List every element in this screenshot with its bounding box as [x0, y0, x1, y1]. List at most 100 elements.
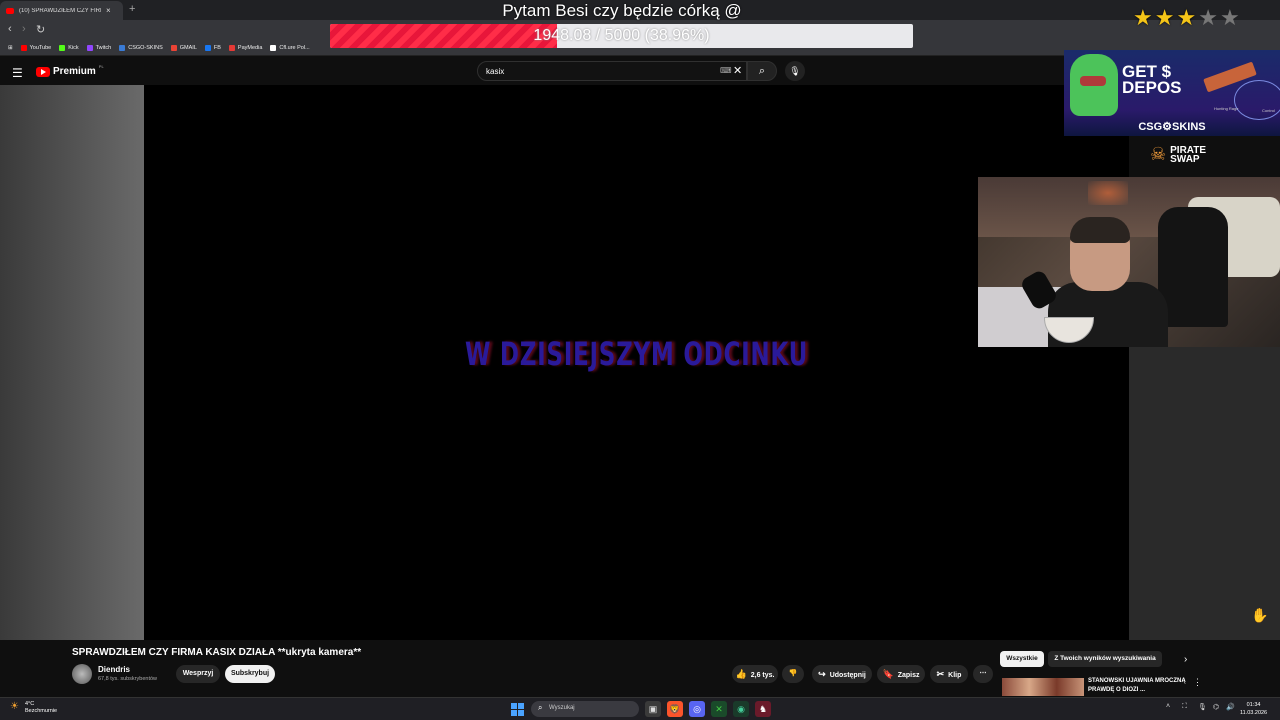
taskbar-search[interactable]: ⌕ Wyszukaj — [531, 701, 639, 717]
bookmark-item[interactable]: GMAIL — [170, 44, 197, 51]
bookmark-label: Twitch — [95, 44, 112, 51]
share-label: Udostępnij — [829, 672, 866, 679]
network-icon[interactable]: ⛶ — [1182, 703, 1187, 711]
star-rating: ★ ★ ★ ★ ★ — [1133, 7, 1240, 29]
support-button[interactable]: Wesprzyj — [176, 665, 220, 683]
bookmark-item[interactable]: Twitch — [86, 44, 112, 51]
chevron-up-icon[interactable]: ˄ — [1166, 703, 1170, 710]
channel-name[interactable]: Diendris — [98, 665, 130, 674]
clip-label: Klip — [948, 672, 962, 679]
subscribe-button[interactable]: Subskrybuj — [225, 665, 275, 683]
obs-icon[interactable]: ◉ — [733, 701, 749, 717]
search-input[interactable]: kasix ⌨ ✕ — [477, 61, 747, 81]
menu-icon[interactable]: ☰ — [12, 66, 23, 80]
wifi-icon[interactable]: ⌬ — [1213, 703, 1219, 711]
goal-progress-bar: 1948.08 / 5000 (38.96%) — [330, 24, 913, 48]
volume-icon[interactable]: 🔊 — [1226, 703, 1235, 711]
skin-image-2 — [1234, 80, 1280, 120]
reload-icon[interactable]: ↻ — [36, 23, 45, 36]
mascot-image — [1070, 54, 1118, 116]
right-ambient-panel: ✋ — [1129, 347, 1280, 640]
brave-icon[interactable]: 🦁 — [667, 701, 683, 717]
search-button[interactable]: ⌕ — [747, 61, 777, 81]
bookmark-label: GMAIL — [179, 44, 197, 51]
dislike-button[interactable]: 👎 — [782, 665, 804, 683]
webcam-feed — [978, 177, 1280, 347]
more-icon[interactable]: ⋮ — [1193, 677, 1202, 688]
keyboard-icon[interactable]: ⌨ — [720, 66, 732, 75]
time: 01:34 — [1246, 702, 1261, 708]
bookmark-favicon-icon — [86, 44, 93, 51]
clock[interactable]: 01:34 11.03.2026 — [1240, 701, 1267, 717]
like-button[interactable]: 👍 2,6 tys. — [732, 665, 778, 683]
bookmark-favicon-icon — [20, 44, 27, 51]
excel-icon[interactable]: ✕ — [711, 701, 727, 717]
star-filled-icon: ★ — [1133, 5, 1153, 30]
mic-icon: 🎙 — [789, 66, 801, 76]
video-player[interactable]: W DZISIEJSZYM ODCINKU — [144, 85, 1129, 640]
share-button[interactable]: ↪ Udostępnij — [812, 665, 872, 683]
avatar[interactable] — [72, 664, 92, 684]
app-icon[interactable]: ♞ — [755, 701, 771, 717]
overlay-title: Pytam Besi czy będzie córką @ — [502, 1, 742, 20]
goal-progress-text: 1948.08 / 5000 (38.96%) — [533, 27, 710, 44]
sponsor-brand: CSG⚙SKINS — [1138, 121, 1206, 133]
recommended-title[interactable]: STANOWSKI UJAWNIA MROCZNĄ PRAWDĘ O DIOZI… — [1088, 677, 1188, 695]
recommended-thumbnail[interactable] — [1002, 678, 1084, 696]
bookmark-label: FB — [213, 44, 221, 51]
sponsor-headline: GET $ DEPOS — [1122, 62, 1182, 97]
bookmark-item[interactable]: YouTube — [20, 44, 51, 51]
star-empty-icon: ★ — [1198, 5, 1218, 30]
more-icon: ⋯ — [979, 670, 987, 677]
bookmark-favicon-icon — [59, 44, 66, 51]
video-title: SPRAWDZIŁEM CZY FIRMA KASIX DZIAŁA **ukr… — [72, 647, 362, 658]
webcam-light — [1088, 181, 1128, 205]
weather-widget[interactable]: 4°C Bezchmurnie — [25, 701, 57, 715]
taskbar: ☀ 4°C Bezchmurnie ⌕ Wyszukaj ▣ 🦁 ◎ ✕ ◉ ♞… — [0, 697, 1280, 720]
bookmark-label: Kick — [68, 44, 79, 51]
voice-search-button[interactable]: 🎙 — [785, 61, 805, 81]
start-button[interactable] — [511, 703, 524, 716]
bookmark-favicon-icon — [270, 44, 277, 51]
skin-name-1: Hunting Rage — [1214, 106, 1239, 111]
bookmark-item[interactable]: Kick — [59, 44, 79, 51]
weather-temp: 4°C — [25, 701, 35, 707]
search-icon: ⌕ — [758, 65, 766, 77]
thumbs-up-icon: 👍 — [735, 669, 747, 679]
left-ambient-panel — [0, 85, 144, 640]
search-icon: ⌕ — [538, 703, 543, 712]
bookmark-label: Cfl.ure Pol... — [279, 44, 310, 51]
bookmark-favicon-icon — [170, 44, 177, 51]
back-icon[interactable]: ‹ — [8, 23, 12, 35]
clear-search-icon[interactable]: ✕ — [733, 64, 742, 77]
weather-icon[interactable]: ☀ — [10, 701, 19, 712]
discord-icon[interactable]: ◎ — [689, 701, 705, 717]
microphone-icon[interactable]: 🎙 — [1198, 703, 1207, 711]
bookmark-favicon-icon — [119, 44, 126, 51]
bookmark-favicon-icon — [204, 44, 211, 51]
brand-label: Premium — [53, 66, 96, 77]
apps-icon[interactable]: ⊞ — [8, 45, 13, 51]
chip-from-search[interactable]: Z Twoich wyników wyszukiwania — [1048, 651, 1162, 667]
chip-all[interactable]: Wszystkie — [1000, 651, 1044, 667]
clip-button[interactable]: ✂ Klip — [930, 665, 968, 683]
pirate-icon: ☠ — [1150, 144, 1167, 164]
screen: (10) SPRAWDZIŁEM CZY FIRMA KASIX × + ‹ ›… — [0, 0, 1280, 720]
forward-icon[interactable]: › — [22, 23, 26, 35]
search-query: kasix — [486, 67, 505, 76]
bookmark-item[interactable]: CSGO-SKINS — [119, 44, 163, 51]
task-view-icon[interactable]: ▣ — [645, 701, 661, 717]
subscriber-count: 67,8 tys. subskrybentów — [98, 676, 158, 682]
bookmark-item[interactable]: Cfl.ure Pol... — [270, 44, 310, 51]
region-label: PL — [98, 64, 104, 69]
save-label: Zapisz — [897, 672, 920, 679]
save-button[interactable]: 🔖 Zapisz — [877, 665, 925, 683]
bookmark-item[interactable]: PayMedia — [228, 44, 262, 51]
youtube-logo[interactable]: Premium PL — [36, 64, 104, 77]
pirate-swap-label: PIRATE SWAP — [1170, 144, 1207, 165]
bookmark-favicon-icon — [228, 44, 235, 51]
star-filled-icon: ★ — [1176, 5, 1197, 30]
bookmark-item[interactable]: FB — [204, 44, 221, 51]
more-actions-button[interactable]: ⋯ — [973, 665, 993, 683]
chevron-right-icon[interactable]: › — [1184, 654, 1187, 665]
